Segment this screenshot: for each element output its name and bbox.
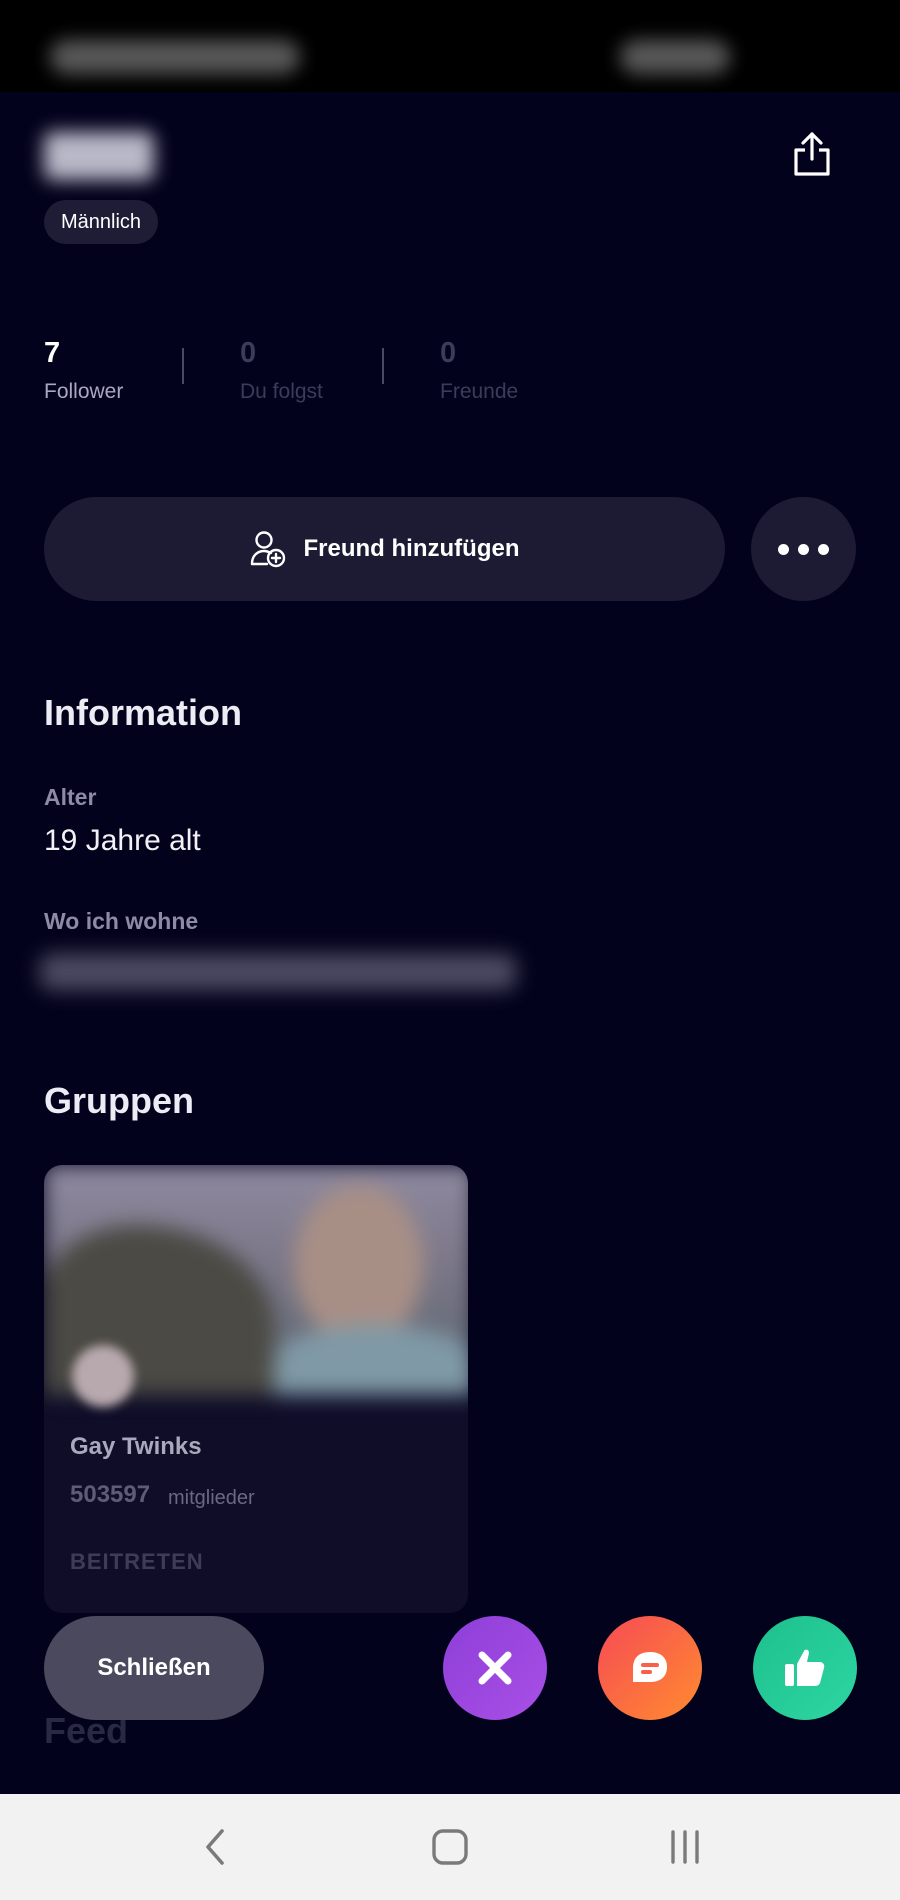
stat-following[interactable]: 0 Du folgst (240, 335, 323, 407)
recent-apps-icon (671, 1830, 699, 1864)
more-horizontal-icon (778, 543, 789, 555)
more-horizontal-icon (818, 543, 829, 555)
close-label: Schließen (97, 1654, 211, 1681)
profile-name-redacted (44, 132, 154, 180)
stat-followers-label: Follower (44, 380, 124, 403)
gender-chip: Männlich (44, 200, 159, 244)
add-friend-button[interactable]: Freund hinzufügen (44, 497, 725, 601)
share-button[interactable] (786, 126, 838, 182)
dismiss-button[interactable] (443, 1616, 547, 1720)
information-title: Information (44, 692, 242, 733)
stat-friends-label: Freunde (440, 380, 519, 403)
back-icon (206, 1829, 224, 1865)
close-button[interactable]: Schließen (44, 1616, 264, 1720)
group-members-label: mitglieder (168, 1487, 255, 1509)
stat-friends-value: 0 (440, 337, 457, 369)
group-avatar (72, 1345, 134, 1407)
location-value-redacted (40, 954, 516, 990)
join-group-button[interactable]: BEITRETEN (70, 1549, 204, 1575)
nav-recents-button[interactable] (655, 1822, 715, 1872)
add-user-icon (250, 531, 285, 568)
age-label: Alter (44, 784, 97, 810)
nav-back-button[interactable] (186, 1822, 246, 1872)
location-label: Wo ich wohne (44, 908, 199, 934)
status-bar-right-blur (620, 40, 730, 74)
more-options-button[interactable] (751, 497, 856, 601)
stat-friends[interactable]: 0 Freunde (440, 335, 518, 407)
stat-divider (182, 348, 184, 384)
system-navigation-bar (0, 1794, 900, 1900)
groups-title: Gruppen (44, 1080, 194, 1121)
group-cover-image-part (294, 1185, 424, 1345)
stat-followers-value: 7 (44, 337, 61, 369)
status-bar-left-blur (50, 40, 300, 74)
group-name: Gay Twinks (70, 1433, 202, 1460)
stat-following-value: 0 (240, 337, 257, 369)
stat-divider (382, 348, 384, 384)
close-icon (478, 1651, 512, 1685)
share-icon (794, 132, 830, 176)
nav-home-button[interactable] (420, 1822, 480, 1872)
home-icon (432, 1829, 468, 1865)
stat-following-label: Du folgst (240, 380, 323, 403)
group-member-count: 503597 (70, 1481, 151, 1508)
more-horizontal-icon (798, 543, 809, 555)
status-bar (0, 0, 900, 92)
add-friend-label: Freund hinzufügen (303, 535, 520, 562)
age-value: 19 Jahre alt (44, 824, 201, 857)
message-icon (633, 1652, 667, 1682)
group-cover-image-part (274, 1325, 468, 1395)
group-card[interactable]: Gay Twinks 503597 mitglieder BEITRETEN (44, 1165, 468, 1613)
message-button[interactable] (598, 1616, 702, 1720)
profile-screen: Männlich 7 Follower 0 Du folgst 0 Freund… (0, 92, 900, 1794)
thumbs-up-icon (785, 1649, 825, 1686)
stat-followers[interactable]: 7 Follower (44, 335, 123, 407)
like-button[interactable] (753, 1616, 857, 1720)
